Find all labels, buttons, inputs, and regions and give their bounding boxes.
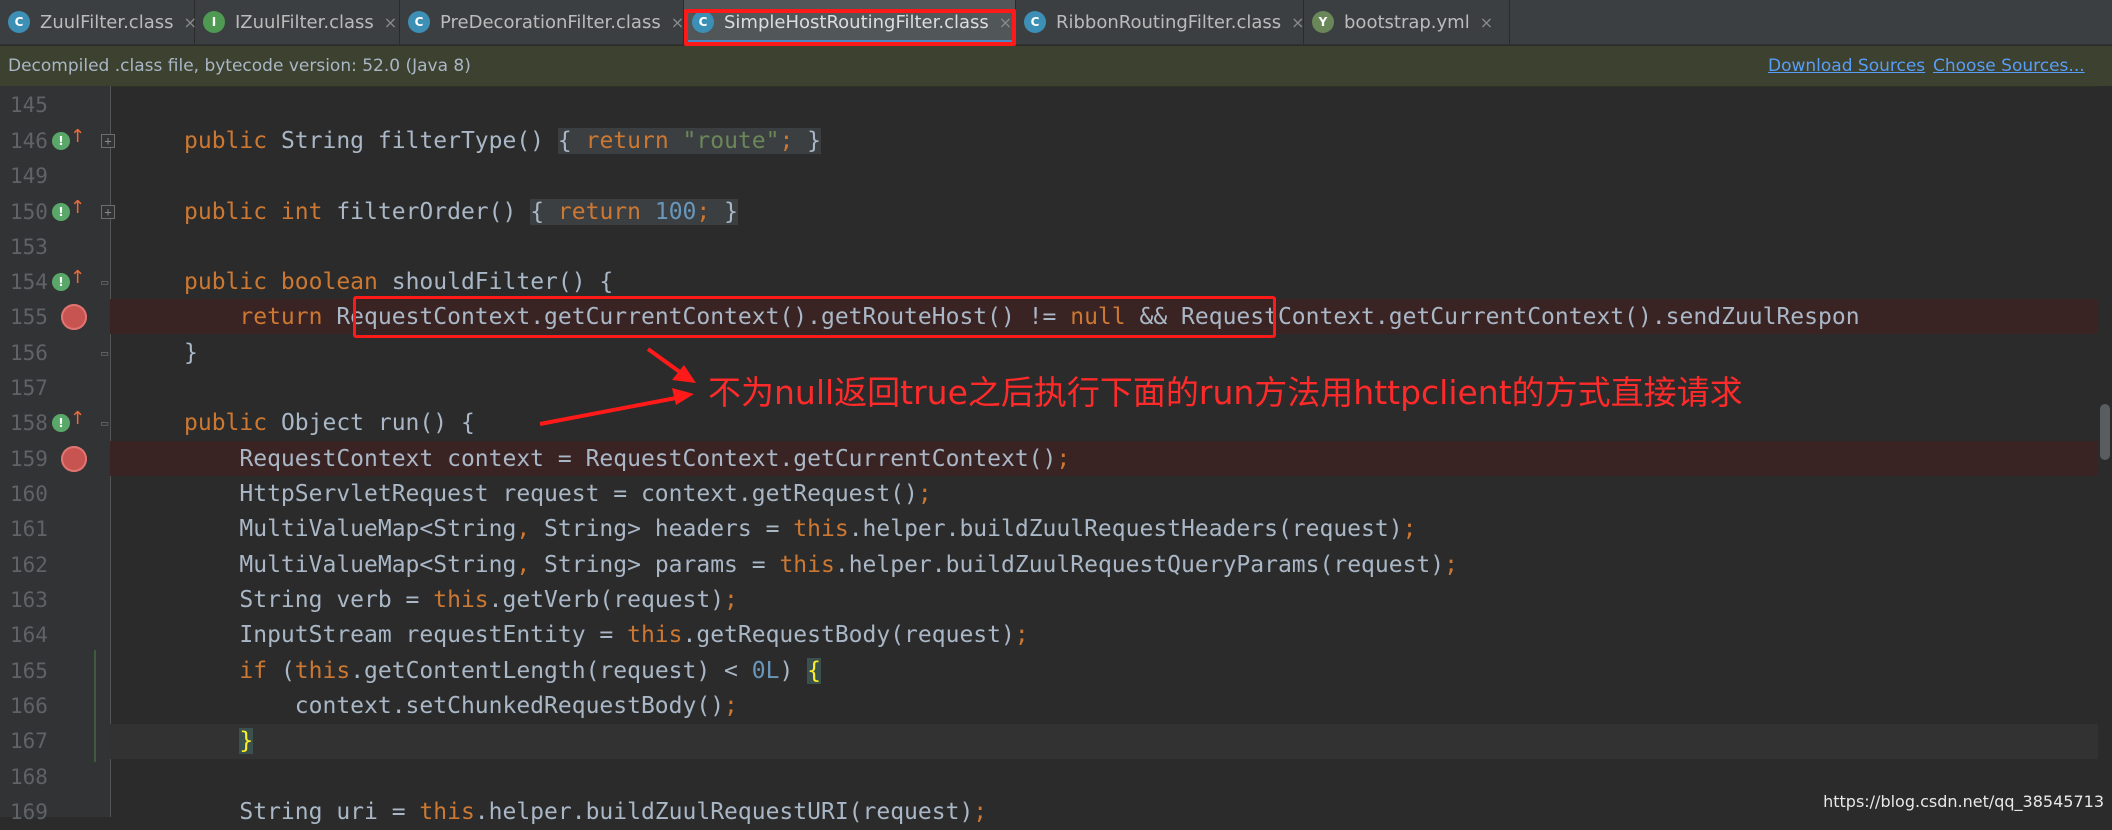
code-line: 149 [0,159,2112,194]
code-line-160: HttpServletRequest request = context.get… [0,477,2112,512]
code-line-165: if (this.getContentLength(request) < 0L)… [0,654,2112,689]
choose-sources-link[interactable]: Choose Sources... [1933,56,2085,76]
code-line-164: InputStream requestEntity = this.getRequ… [0,618,2112,653]
class-icon: C [692,11,714,33]
code-line: 153 [0,230,2112,265]
code-text[interactable]: MultiValueMap<String, String> params = t… [184,548,1458,583]
code-line-146: public String filterType() { return "rou… [0,124,2112,159]
annotation-text: 不为null返回true之后执行下面的run方法用httpclient的方式直接… [708,373,1743,412]
code-text[interactable]: return RequestContext.getCurrentContext(… [184,300,1859,335]
code-line-161: MultiValueMap<String, String> headers = … [0,512,2112,547]
code-line: 145 [0,88,2112,123]
line-number: 168 [10,765,48,789]
code-text[interactable]: public String filterType() { return "rou… [184,124,822,159]
code-line-150: public int filterOrder() { return 100; } [0,195,2112,230]
interface-icon: I [203,11,225,33]
tab-label: PreDecorationFilter.class [440,11,661,33]
code-line-154: public boolean shouldFilter() { [0,265,2112,300]
code-text[interactable]: String uri = this.helper.buildZuulReques… [184,795,987,830]
code-text[interactable]: RequestContext context = RequestContext.… [184,442,1070,477]
tab-predecorationfilter[interactable]: C PreDecorationFilter.class × [400,0,684,44]
code-line-167: } [0,724,2112,759]
close-icon[interactable]: × [671,13,684,32]
code-text[interactable]: MultiValueMap<String, String> headers = … [184,512,1416,547]
tab-simplehostroutingfilter[interactable]: C SimpleHostRoutingFilter.class × [684,0,1016,44]
code-text[interactable]: public Object run() { [184,406,475,441]
tab-ribbonroutingfilter[interactable]: C RibbonRoutingFilter.class × [1016,0,1305,44]
code-line-169: String uri = this.helper.buildZuulReques… [0,795,2112,830]
watermark: https://blog.csdn.net/qq_38545713 [1823,792,2104,811]
code-text[interactable]: } [184,724,254,759]
code-line-155: return RequestContext.getCurrentContext(… [0,300,2112,335]
code-text[interactable]: context.setChunkedRequestBody(); [184,689,738,724]
decompiled-notice: Decompiled .class file, bytecode version… [8,56,471,76]
code-text[interactable]: public boolean shouldFilter() { [184,265,613,300]
code-text[interactable]: } [184,336,198,371]
tab-bootstrap-yml[interactable]: Y bootstrap.yml × [1304,0,1510,44]
code-line: 168 [0,760,2112,795]
line-number: 153 [10,235,48,259]
tab-label: ZuulFilter.class [40,11,174,33]
tab-zuulfilter[interactable]: C ZuulFilter.class × [0,0,197,44]
class-icon: C [8,11,30,33]
editor-tab-bar: C ZuulFilter.class × I IZuulFilter.class… [0,0,2112,45]
code-text[interactable]: if (this.getContentLength(request) < 0L)… [184,654,822,689]
code-line-166: context.setChunkedRequestBody(); [0,689,2112,724]
tab-label: SimpleHostRoutingFilter.class [724,11,989,33]
scroll-thumb[interactable] [2100,404,2110,460]
line-number: 149 [10,164,48,188]
line-number: 157 [10,376,48,400]
tab-izuulfilter[interactable]: I IZuulFilter.class × [195,0,400,44]
code-text[interactable]: InputStream requestEntity = this.getRequ… [184,618,1028,653]
code-text[interactable]: String verb = this.getVerb(request); [184,583,738,618]
code-text[interactable]: HttpServletRequest request = context.get… [184,477,931,512]
decompiled-info-bar: Decompiled .class file, bytecode version… [0,46,2112,87]
code-line-159: RequestContext context = RequestContext.… [0,442,2112,477]
line-number: 145 [10,93,48,117]
yaml-icon: Y [1312,11,1334,33]
class-icon: C [1024,11,1046,33]
close-icon[interactable]: × [1480,13,1493,32]
close-icon[interactable]: × [384,13,397,32]
close-icon[interactable]: × [999,13,1012,32]
code-text[interactable]: public int filterOrder() { return 100; } [184,195,738,230]
code-line-163: String verb = this.getVerb(request); [0,583,2112,618]
vertical-scrollbar[interactable] [2098,86,2112,817]
close-icon[interactable]: × [1291,13,1304,32]
tab-label: bootstrap.yml [1344,11,1470,33]
class-icon: C [408,11,430,33]
code-line-162: MultiValueMap<String, String> params = t… [0,548,2112,583]
tab-label: IZuulFilter.class [235,11,374,33]
tab-label: RibbonRoutingFilter.class [1056,11,1282,33]
download-sources-link[interactable]: Download Sources [1768,56,1925,76]
